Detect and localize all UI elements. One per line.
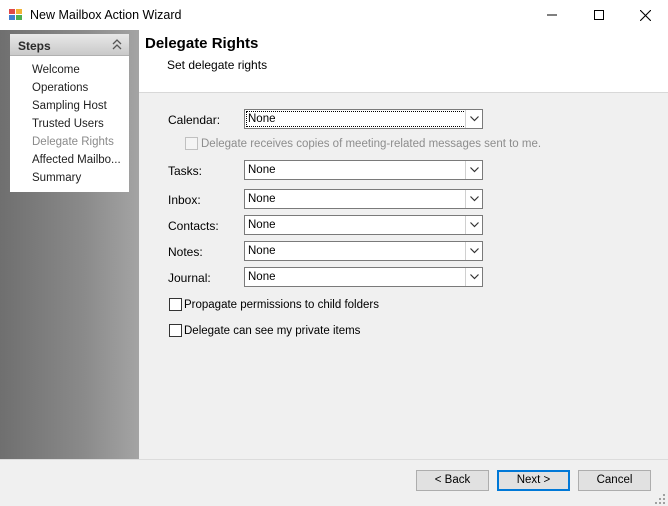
resize-grip-icon[interactable] <box>655 493 665 504</box>
window-title: New Mailbox Action Wizard <box>30 8 182 22</box>
step-welcome[interactable]: Welcome <box>32 64 80 76</box>
calendar-dropdown[interactable]: None <box>244 109 483 129</box>
chevron-down-icon[interactable] <box>465 110 482 128</box>
maximize-button[interactable] <box>576 0 622 30</box>
contacts-dropdown[interactable]: None <box>244 215 483 235</box>
title-bar: New Mailbox Action Wizard <box>0 0 668 30</box>
close-button[interactable] <box>622 0 668 30</box>
step-delegate-rights[interactable]: Delegate Rights <box>32 136 114 148</box>
step-summary[interactable]: Summary <box>32 172 81 184</box>
tasks-value: None <box>248 164 276 176</box>
steps-title: Steps <box>18 39 51 53</box>
notes-dropdown[interactable]: None <box>244 241 483 261</box>
collapse-chevron-icon[interactable] <box>111 38 123 52</box>
step-operations[interactable]: Operations <box>32 82 88 94</box>
private-items-label: Delegate can see my private items <box>184 325 361 337</box>
private-items-checkbox[interactable] <box>169 324 182 337</box>
tasks-dropdown[interactable]: None <box>244 160 483 180</box>
page-header: Delegate Rights Set delegate rights <box>139 30 668 92</box>
calendar-value: None <box>246 111 466 127</box>
minimize-button[interactable] <box>529 0 575 30</box>
chevron-down-icon[interactable] <box>465 161 482 179</box>
steps-panel: Steps Welcome Operations Sampling Host T… <box>10 34 129 192</box>
close-icon <box>639 9 651 21</box>
chevron-down-icon[interactable] <box>465 216 482 234</box>
inbox-dropdown[interactable]: None <box>244 189 483 209</box>
calendar-label: Calendar: <box>168 113 221 127</box>
next-button[interactable]: Next > <box>497 470 570 491</box>
steps-header[interactable]: Steps <box>10 34 129 56</box>
minimize-icon <box>547 14 557 16</box>
step-affected-mailboxes[interactable]: Affected Mailbo... <box>32 154 121 166</box>
wizard-footer: < Back Next > Cancel <box>0 459 668 506</box>
inbox-value: None <box>248 193 276 205</box>
notes-value: None <box>248 245 276 257</box>
header-divider <box>139 92 668 93</box>
journal-value: None <box>248 271 276 283</box>
tasks-label: Tasks: <box>168 164 203 178</box>
chevron-down-icon[interactable] <box>465 242 482 260</box>
steps-sidebar: Steps Welcome Operations Sampling Host T… <box>0 30 139 459</box>
propagate-checkbox[interactable] <box>169 298 182 311</box>
journal-dropdown[interactable]: None <box>244 267 483 287</box>
step-trusted-users[interactable]: Trusted Users <box>32 118 104 130</box>
page-title: Delegate Rights <box>145 35 259 52</box>
step-sampling-host[interactable]: Sampling Host <box>32 100 107 112</box>
meeting-copies-checkbox[interactable] <box>185 137 198 150</box>
journal-label: Journal: <box>168 271 211 285</box>
maximize-icon <box>594 10 604 20</box>
meeting-copies-label: Delegate receives copies of meeting-rela… <box>201 138 542 150</box>
chevron-down-icon[interactable] <box>465 190 482 208</box>
cancel-button[interactable]: Cancel <box>578 470 651 491</box>
contacts-value: None <box>248 219 276 231</box>
contacts-label: Contacts: <box>168 219 219 233</box>
propagate-label: Propagate permissions to child folders <box>184 299 379 311</box>
notes-label: Notes: <box>168 245 203 259</box>
app-wizard-icon <box>8 7 23 22</box>
chevron-down-icon[interactable] <box>465 268 482 286</box>
inbox-label: Inbox: <box>168 193 201 207</box>
back-button[interactable]: < Back <box>416 470 489 491</box>
page-subtitle: Set delegate rights <box>167 58 268 72</box>
